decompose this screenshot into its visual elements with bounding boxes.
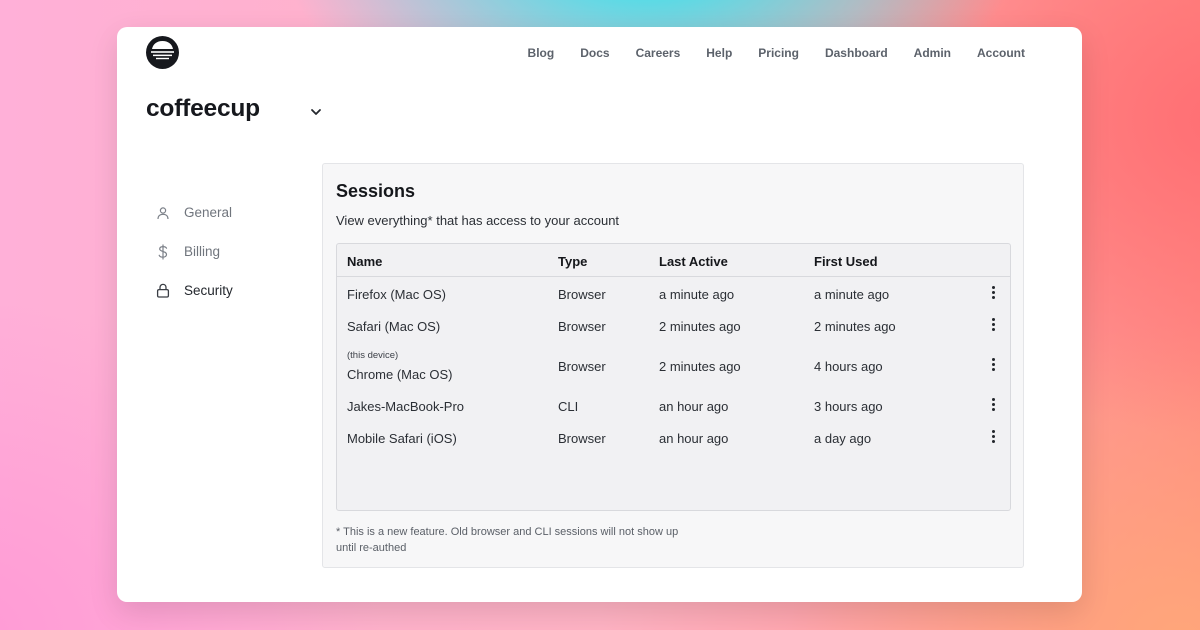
session-last-active: an hour ago: [659, 399, 729, 414]
dollar-icon: [155, 243, 171, 260]
table-header: Name Type Last Active First Used: [337, 244, 1010, 277]
session-name: Firefox (Mac OS): [347, 287, 446, 302]
nav-docs-link[interactable]: Docs: [580, 46, 609, 60]
sidebar-item-general[interactable]: General: [155, 193, 233, 232]
session-type: Browser: [558, 431, 606, 446]
column-header-last-active: Last Active: [659, 254, 728, 269]
session-first-used: a minute ago: [814, 287, 890, 302]
more-options-icon[interactable]: [987, 284, 999, 300]
session-last-active: 2 minutes ago: [659, 359, 741, 374]
footnote-line: * This is a new feature. Old browser and…: [336, 526, 679, 538]
session-first-used: 3 hours ago: [814, 399, 883, 414]
sidebar-item-label: Billing: [184, 244, 221, 259]
nav-careers-link[interactable]: Careers: [636, 46, 681, 60]
nav-blog-link[interactable]: Blog: [528, 46, 555, 60]
table-row: Firefox (Mac OS) Browser a minute ago a …: [337, 277, 1010, 309]
session-type: Browser: [558, 319, 606, 334]
nav-admin-link[interactable]: Admin: [914, 46, 951, 60]
session-first-used: 2 minutes ago: [814, 319, 896, 334]
column-header-first-used: First Used: [814, 254, 878, 269]
table-row: Mobile Safari (iOS) Browser an hour ago …: [337, 421, 1010, 453]
sessions-title: Sessions: [336, 181, 416, 201]
table-row: Safari (Mac OS) Browser 2 minutes ago 2 …: [337, 309, 1010, 336]
app-window: Blog Docs Careers Help Pricing Dashboard…: [117, 27, 1082, 602]
sidebar-item-label: General: [184, 205, 233, 220]
settings-sidebar: General Billing Security: [155, 193, 233, 310]
more-options-icon[interactable]: [987, 316, 999, 332]
sidebar-item-label: Security: [184, 283, 233, 298]
table-row: Jakes-MacBook-Pro CLI an hour ago 3 hour…: [337, 389, 1010, 421]
more-options-icon[interactable]: [987, 356, 999, 372]
sidebar-item-security[interactable]: Security: [155, 271, 233, 310]
session-name: Safari (Mac OS): [347, 319, 441, 334]
chevron-down-icon[interactable]: [309, 106, 323, 118]
sessions-panel: Sessions View everything* that has acces…: [322, 163, 1024, 568]
nav-account-link[interactable]: Account: [977, 46, 1025, 60]
session-last-active: 2 minutes ago: [659, 319, 741, 334]
session-name: Chrome (Mac OS): [347, 367, 453, 382]
table-row: (this device) Chrome (Mac OS) Browser 2 …: [337, 336, 1010, 389]
user-icon: [155, 205, 171, 221]
footnote-line: until re-authed: [336, 542, 407, 554]
coffeecup-logo-icon[interactable]: [146, 36, 179, 69]
sessions-subtitle: View everything* that has access to your…: [336, 213, 620, 228]
session-type: Browser: [558, 287, 606, 302]
top-nav: Blog Docs Careers Help Pricing Dashboard…: [528, 46, 1025, 60]
session-type: Browser: [558, 359, 606, 374]
column-header-name: Name: [347, 254, 383, 269]
lock-icon: [155, 283, 171, 299]
sessions-table: Name Type Last Active First Used Firefox…: [336, 243, 1011, 511]
nav-help-link[interactable]: Help: [706, 46, 732, 60]
more-options-icon[interactable]: [987, 428, 999, 444]
nav-dashboard-link[interactable]: Dashboard: [825, 46, 888, 60]
session-last-active: a minute ago: [659, 287, 735, 302]
nav-pricing-link[interactable]: Pricing: [758, 46, 799, 60]
session-first-used: a day ago: [814, 431, 872, 446]
session-type: CLI: [558, 399, 579, 414]
session-name: Jakes-MacBook-Pro: [347, 399, 465, 414]
session-last-active: an hour ago: [659, 431, 729, 446]
more-options-icon[interactable]: [987, 396, 999, 412]
column-header-type: Type: [558, 254, 588, 269]
session-first-used: 4 hours ago: [814, 359, 883, 374]
org-name: coffeecup: [146, 95, 260, 122]
this-device-label: (this device): [347, 350, 399, 361]
sidebar-item-billing[interactable]: Billing: [155, 232, 233, 271]
sessions-footnote: * This is a new feature. Old browser and…: [336, 524, 756, 556]
session-name: Mobile Safari (iOS): [347, 431, 457, 446]
